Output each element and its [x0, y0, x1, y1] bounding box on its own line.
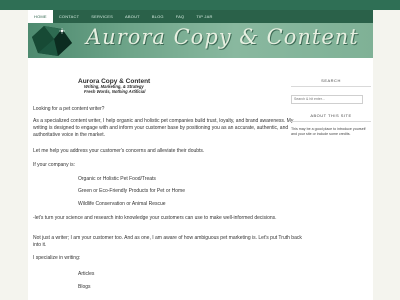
logo: Aurora Copy & Content Writing, Marketing…: [78, 78, 188, 94]
help-paragraph: Let me help you address your customer's …: [33, 148, 205, 154]
research-paragraph: -let's turn your science and research in…: [33, 215, 277, 221]
specialize-heading: I specialize in writing:: [33, 255, 81, 261]
nav-home[interactable]: HOME: [28, 10, 53, 23]
nav-services[interactable]: SERVICES: [85, 10, 119, 23]
nav-tip-jar[interactable]: TIP JAR: [190, 10, 218, 23]
company-heading: If your company is:: [33, 162, 75, 168]
site-title[interactable]: Aurora Copy & Content: [86, 25, 359, 49]
search-widget-title: SEARCH: [291, 78, 371, 87]
list-item: Green or Eco-Friendly Products for Pet o…: [78, 188, 185, 194]
about-widget-text: This may be a good place to introduce yo…: [291, 127, 366, 136]
page-content: Aurora Copy & Content Writing, Marketing…: [28, 58, 373, 300]
nav-about[interactable]: ABOUT: [119, 10, 146, 23]
logo-tagline-2: Fresh Words, Nothing Artificial: [84, 88, 146, 94]
intro-paragraph: As a specialized content writer, I help …: [33, 118, 294, 138]
list-item: Wildlife Conservation or Animal Rescue: [78, 201, 166, 207]
top-strip: [0, 0, 400, 10]
intro-question: Looking for a pet content writer?: [33, 106, 105, 112]
list-item: Organic or Holistic Pet Food/Treats: [78, 176, 156, 182]
gem-icon: [32, 26, 72, 56]
search-input[interactable]: [291, 94, 363, 104]
main-nav: HOME CONTACT SERVICES ABOUT BLOG FAQ TIP…: [28, 10, 373, 23]
list-item: Articles: [78, 271, 95, 277]
about-widget-title: ABOUT THIS SITE: [291, 113, 371, 122]
site-banner: Aurora Copy & Content: [28, 23, 373, 58]
list-item: Blogs: [78, 284, 91, 290]
sidebar: SEARCH ABOUT THIS SITE This may be a goo…: [291, 78, 371, 137]
nav-blog[interactable]: BLOG: [146, 10, 170, 23]
customer-paragraph: Not just a writer; I am your customer to…: [33, 235, 302, 248]
nav-faq[interactable]: FAQ: [170, 10, 191, 23]
nav-contact[interactable]: CONTACT: [53, 10, 85, 23]
